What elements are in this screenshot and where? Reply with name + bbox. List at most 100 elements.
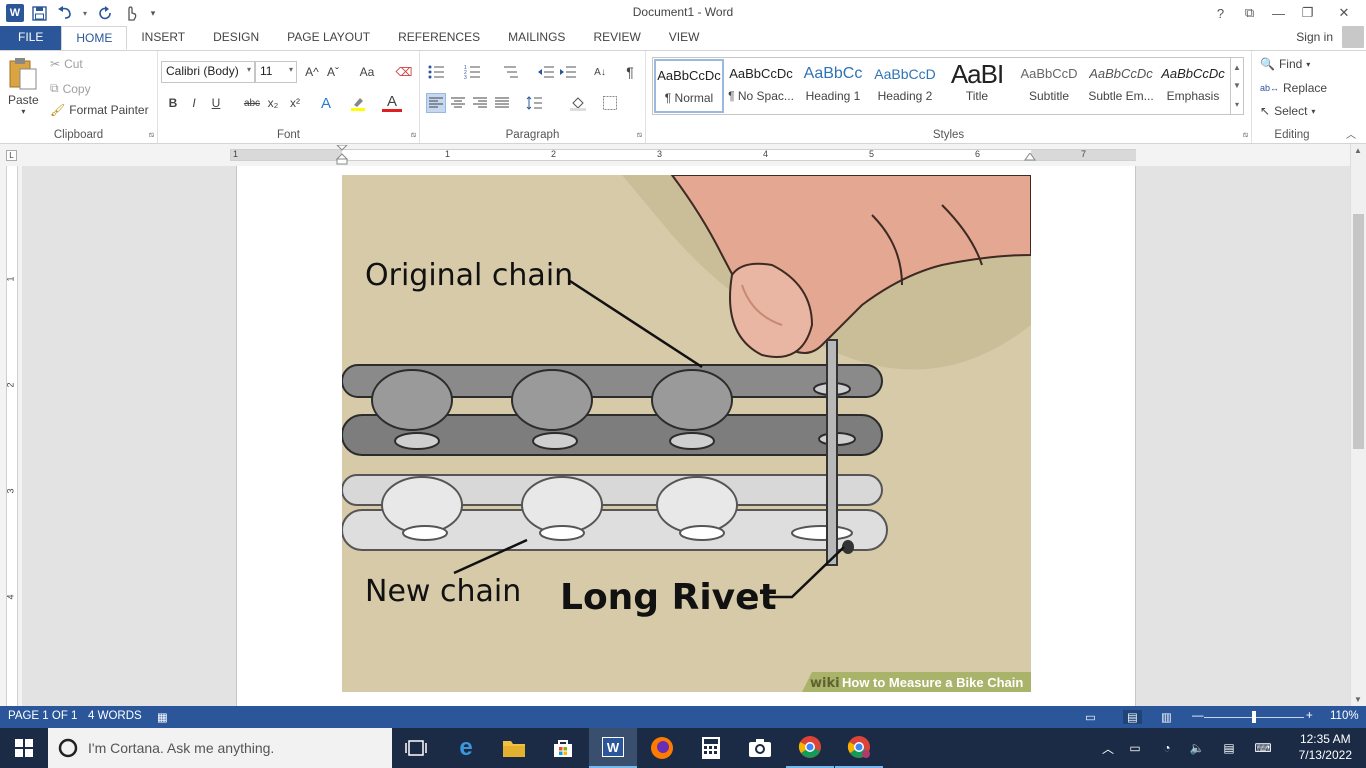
camera-icon[interactable]: [736, 728, 784, 768]
touch-mode-icon[interactable]: [120, 3, 142, 23]
tab-insert[interactable]: INSERT: [127, 26, 199, 50]
bold-button[interactable]: B: [163, 93, 183, 113]
word-count[interactable]: 4 WORDS: [88, 710, 142, 722]
calculator-icon[interactable]: [687, 728, 735, 768]
tab-home[interactable]: HOME: [61, 26, 128, 50]
tab-page-layout[interactable]: PAGE LAYOUT: [273, 26, 384, 50]
clipboard-launcher-icon[interactable]: ⧅: [149, 130, 154, 140]
undo-dropdown-icon[interactable]: ▾: [80, 3, 90, 23]
vertical-ruler-bar[interactable]: 1 2 3 4: [6, 166, 18, 706]
store-icon[interactable]: [539, 728, 587, 768]
web-layout-icon[interactable]: ▥: [1161, 710, 1172, 724]
tab-review[interactable]: REVIEW: [579, 26, 654, 50]
shading-icon[interactable]: [568, 93, 588, 113]
bike-chain-image[interactable]: Original chain New chain Long Rivet wiki…: [342, 175, 1031, 692]
edge-icon[interactable]: e: [442, 728, 490, 768]
proofing-icon[interactable]: ▦: [157, 710, 168, 724]
sign-in-link[interactable]: Sign in: [1296, 30, 1333, 44]
zoom-in-icon[interactable]: +: [1306, 710, 1313, 722]
save-icon[interactable]: [28, 3, 50, 23]
word-app-icon[interactable]: W: [6, 4, 24, 22]
tab-selector[interactable]: L: [6, 150, 17, 161]
shrink-font-button[interactable]: Aˇ: [323, 62, 343, 82]
justify-icon[interactable]: [492, 93, 512, 113]
task-view-icon[interactable]: [392, 728, 440, 768]
cortana-search-box[interactable]: I'm Cortana. Ask me anything.: [48, 728, 392, 768]
show-hidden-icons-icon[interactable]: ︿: [1098, 740, 1118, 757]
zoom-slider-thumb[interactable]: [1252, 711, 1256, 723]
superscript-button[interactable]: x²: [285, 93, 305, 113]
page-count[interactable]: PAGE 1 OF 1: [8, 710, 77, 722]
align-center-icon[interactable]: [448, 93, 468, 113]
more-styles-icon[interactable]: ▾: [1235, 100, 1239, 109]
font-color-button[interactable]: A: [382, 93, 402, 112]
chevron-up-icon[interactable]: ▲: [1233, 63, 1241, 72]
style-heading-2[interactable]: AaBbCcD Heading 2: [870, 59, 940, 113]
select-button[interactable]: ↖ Select ▾: [1260, 104, 1315, 118]
format-painter-button[interactable]: 🖌 Format Painter: [50, 103, 149, 117]
clock[interactable]: 12:35 AM 7/13/2022: [1299, 731, 1352, 763]
zoom-out-icon[interactable]: —: [1192, 710, 1204, 722]
line-spacing-icon[interactable]: [524, 93, 544, 113]
style-subtitle[interactable]: AaBbCcD Subtitle: [1014, 59, 1084, 113]
underline-button[interactable]: U: [206, 93, 226, 113]
font-launcher-icon[interactable]: ⧅: [411, 130, 416, 140]
replace-button[interactable]: ab↔ Replace: [1260, 81, 1327, 95]
customize-qat-icon[interactable]: ▾: [146, 3, 160, 23]
styles-gallery-scroll[interactable]: ▲ ▼ ▾: [1230, 57, 1244, 115]
borders-icon[interactable]: [600, 93, 620, 113]
text-effects-button[interactable]: A: [316, 93, 336, 113]
highlight-button[interactable]: [348, 93, 368, 113]
indent-marker-icon[interactable]: [335, 145, 349, 165]
tab-design[interactable]: DESIGN: [199, 26, 273, 50]
align-right-icon[interactable]: [470, 93, 490, 113]
clear-formatting-icon[interactable]: ⌫: [394, 62, 414, 82]
word-taskbar-icon[interactable]: W: [589, 728, 637, 768]
strikethrough-button[interactable]: abc: [240, 93, 264, 113]
scroll-thumb[interactable]: [1353, 214, 1364, 449]
ribbon-display-options-icon[interactable]: ⧉: [1235, 0, 1264, 26]
numbering-icon[interactable]: 123: [462, 62, 482, 82]
help-icon[interactable]: ?: [1206, 0, 1235, 26]
align-left-icon[interactable]: [426, 93, 446, 113]
bullets-icon[interactable]: [426, 62, 446, 82]
right-indent-marker-icon[interactable]: [1024, 153, 1036, 161]
find-button[interactable]: 🔍 Find ▾: [1260, 57, 1310, 71]
grow-font-button[interactable]: A^: [302, 62, 322, 82]
close-icon[interactable]: ✕: [1322, 0, 1366, 26]
undo-icon[interactable]: [54, 3, 76, 23]
collapse-ribbon-icon[interactable]: ︿: [1346, 126, 1356, 141]
style-emphasis[interactable]: AaBbCcDc Emphasis: [1158, 59, 1228, 113]
battery-icon[interactable]: ▭: [1118, 741, 1152, 755]
font-name-input[interactable]: Calibri (Body) ▾: [161, 61, 255, 83]
vertical-scrollbar[interactable]: ▲ ▼: [1350, 144, 1366, 706]
subscript-button[interactable]: x₂: [263, 93, 283, 113]
chevron-down-icon[interactable]: ▼: [1233, 81, 1241, 90]
tab-view[interactable]: VIEW: [655, 26, 714, 50]
scroll-down-icon[interactable]: ▼: [1354, 695, 1362, 704]
tab-mailings[interactable]: MAILINGS: [494, 26, 579, 50]
start-button[interactable]: [0, 728, 48, 768]
style-normal[interactable]: AaBbCcDc ¶ Normal: [654, 59, 724, 113]
style-no-spacing[interactable]: AaBbCcDc ¶ No Spac...: [726, 59, 796, 113]
italic-button[interactable]: I: [184, 93, 204, 113]
chrome-profile-icon[interactable]: [835, 728, 883, 768]
sort-button[interactable]: A↓: [590, 62, 610, 82]
font-size-input[interactable]: 11 ▾: [255, 61, 297, 83]
cut-button[interactable]: ✂ Cut: [50, 57, 83, 71]
firefox-icon[interactable]: [638, 728, 686, 768]
styles-launcher-icon[interactable]: ⧅: [1243, 130, 1248, 140]
show-formatting-button[interactable]: ¶: [620, 62, 640, 82]
avatar[interactable]: [1342, 26, 1364, 48]
zoom-level[interactable]: 110%: [1330, 710, 1359, 722]
file-explorer-icon[interactable]: [490, 728, 538, 768]
change-case-button[interactable]: Aa: [353, 62, 381, 82]
minimize-icon[interactable]: —: [1264, 0, 1293, 26]
print-layout-icon[interactable]: ▤: [1123, 710, 1142, 724]
style-subtle-emphasis[interactable]: AaBbCcDc Subtle Em...: [1086, 59, 1156, 113]
keyboard-icon[interactable]: ⌨: [1246, 741, 1280, 755]
read-mode-icon[interactable]: ▭: [1085, 710, 1096, 724]
maximize-icon[interactable]: ❐: [1293, 0, 1322, 26]
paste-button[interactable]: Paste ▾: [8, 57, 39, 116]
increase-indent-icon[interactable]: [558, 62, 578, 82]
